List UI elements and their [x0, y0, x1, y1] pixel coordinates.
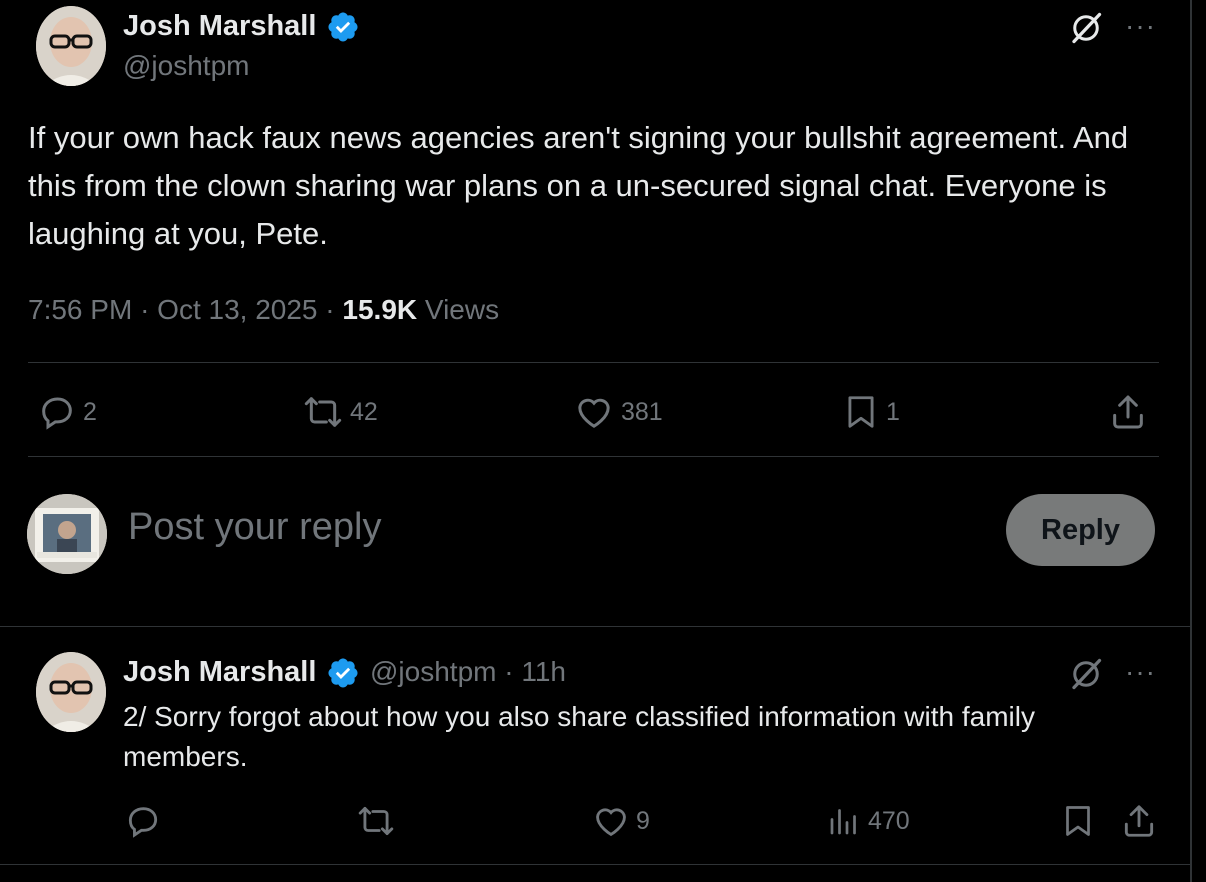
grok-icon[interactable] — [1068, 656, 1104, 692]
divider — [28, 362, 1159, 363]
like-action[interactable]: 381 — [573, 392, 663, 432]
reply-action[interactable]: 2 — [37, 392, 97, 432]
share-action[interactable] — [1120, 802, 1158, 840]
reply-handle-line: @joshtpm · 11h — [370, 656, 566, 688]
reply-input[interactable]: Post your reply — [128, 506, 381, 549]
tweet-text: If your own hack faux news agencies aren… — [28, 120, 1129, 251]
reply-action[interactable] — [124, 802, 162, 840]
views-count: 15.9K — [342, 294, 418, 325]
current-user-avatar[interactable] — [27, 494, 107, 574]
author-handle[interactable]: @joshtpm — [123, 50, 249, 82]
repost-icon — [358, 806, 394, 836]
meta-separator: · — [504, 656, 522, 687]
bookmark-icon — [848, 396, 874, 428]
divider — [0, 626, 1190, 627]
reply-icon — [42, 397, 72, 430]
meta-separator: · — [325, 294, 343, 325]
grok-icon[interactable] — [1068, 10, 1104, 46]
more-icon[interactable]: ··· — [1125, 658, 1156, 686]
divider — [28, 456, 1159, 457]
reply-author-avatar-image — [36, 652, 106, 732]
share-action[interactable] — [1108, 392, 1148, 432]
reply-author-avatar[interactable] — [36, 652, 106, 732]
reply-author-handle[interactable]: @joshtpm — [370, 656, 496, 687]
reply-age[interactable]: 11h — [521, 656, 566, 687]
views-count: 470 — [868, 806, 910, 835]
reply-icon — [128, 807, 158, 838]
author-avatar-image — [36, 6, 106, 86]
reply-text: 2/ Sorry forgot about how you also share… — [123, 701, 1035, 772]
repost-count: 42 — [350, 397, 378, 426]
repost-action[interactable] — [356, 802, 396, 840]
more-icon[interactable]: ··· — [1125, 12, 1156, 40]
repost-icon — [304, 397, 342, 427]
panel-border — [1190, 0, 1192, 882]
bookmark-action[interactable]: 1 — [842, 392, 900, 432]
views-label: Views — [424, 294, 500, 325]
repost-action[interactable]: 42 — [302, 392, 378, 432]
bookmark-count: 1 — [886, 397, 900, 426]
heart-icon — [578, 398, 610, 428]
reply-count: 2 — [83, 397, 97, 426]
heart-icon — [596, 808, 626, 837]
bookmark-action[interactable] — [1060, 802, 1096, 840]
tweet-time[interactable]: 7:56 PM — [28, 294, 132, 325]
analytics-icon — [830, 809, 856, 835]
verified-badge-icon — [328, 12, 358, 42]
author-name[interactable]: Josh Marshall — [123, 10, 316, 43]
verified-badge-icon — [328, 658, 358, 688]
author-avatar[interactable] — [36, 6, 106, 86]
reply-button[interactable]: Reply — [1006, 494, 1155, 566]
tweet-meta: 7:56 PM · Oct 13, 2025 · 15.9K Views — [28, 294, 499, 326]
current-user-avatar-image — [27, 494, 107, 574]
bookmark-icon — [1066, 806, 1090, 836]
tweet-date[interactable]: Oct 13, 2025 — [157, 294, 317, 325]
divider — [0, 864, 1190, 865]
like-action[interactable]: 9 — [592, 802, 650, 840]
share-icon — [1124, 805, 1154, 837]
like-count: 381 — [621, 397, 663, 426]
like-count: 9 — [636, 806, 650, 835]
meta-separator: · — [140, 294, 158, 325]
reply-author-name[interactable]: Josh Marshall — [123, 656, 316, 689]
views-action[interactable]: 470 — [826, 802, 910, 840]
share-icon — [1113, 395, 1143, 429]
